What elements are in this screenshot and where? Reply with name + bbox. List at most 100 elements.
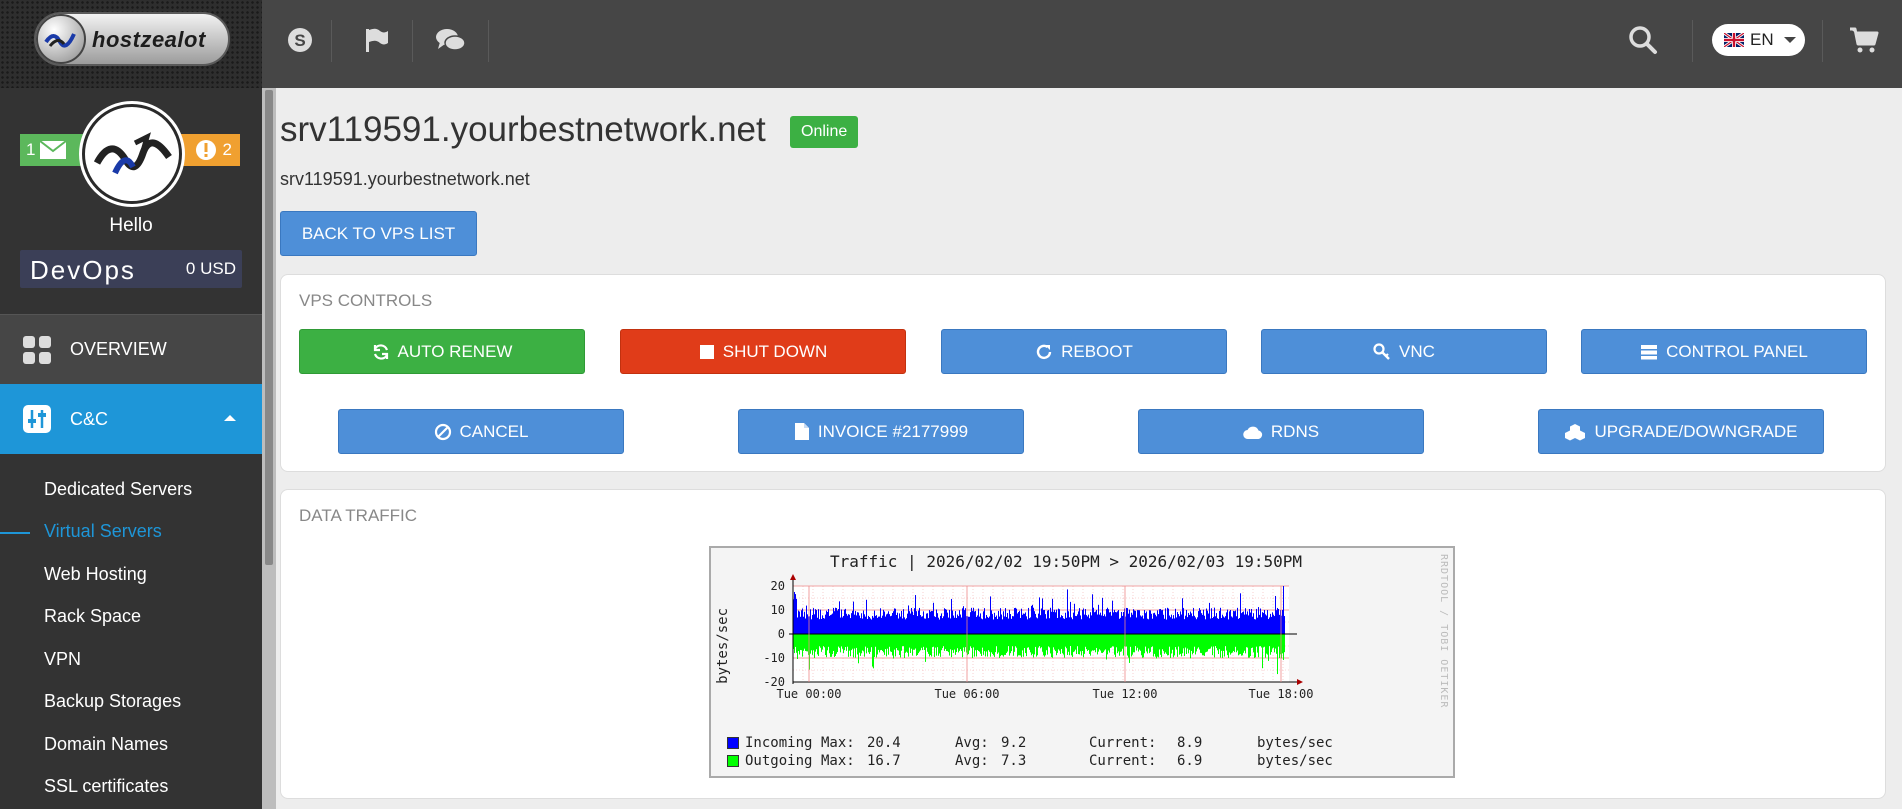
shut-down-button[interactable]: SHUT DOWN bbox=[620, 329, 906, 374]
invoice-button[interactable]: INVOICE #2177999 bbox=[738, 409, 1024, 454]
y-tick-label: 20 bbox=[771, 579, 785, 593]
incoming-bar bbox=[828, 609, 829, 634]
outgoing-bar bbox=[1180, 634, 1181, 654]
outgoing-bar bbox=[1182, 634, 1183, 654]
control-panel-button[interactable]: CONTROL PANEL bbox=[1581, 329, 1867, 374]
outgoing-bar bbox=[878, 634, 879, 650]
outgoing-bar bbox=[1228, 634, 1229, 658]
incoming-bar bbox=[1082, 609, 1083, 634]
incoming-bar bbox=[1052, 598, 1053, 634]
incoming-bar bbox=[1054, 609, 1055, 634]
outgoing-bar bbox=[994, 634, 995, 657]
incoming-bar bbox=[997, 619, 998, 634]
alerts-badge[interactable]: 2 bbox=[176, 134, 240, 166]
outgoing-bar bbox=[841, 634, 842, 647]
incoming-bar bbox=[858, 612, 859, 634]
outgoing-bar bbox=[1240, 634, 1241, 654]
user-box[interactable]: DevOps 0 USD bbox=[20, 250, 242, 288]
outgoing-bar bbox=[1068, 634, 1069, 652]
reboot-button[interactable]: REBOOT bbox=[941, 329, 1227, 374]
incoming-bar bbox=[849, 614, 850, 634]
incoming-bar bbox=[1014, 608, 1015, 634]
incoming-bar bbox=[952, 610, 953, 634]
incoming-bar bbox=[1157, 610, 1158, 634]
outgoing-bar bbox=[1058, 634, 1059, 650]
logo-area[interactable]: hostzealot bbox=[0, 0, 262, 88]
sidebar-scrollbar-thumb[interactable] bbox=[265, 90, 273, 565]
outgoing-bar bbox=[806, 634, 807, 652]
upgrade-downgrade-button[interactable]: UPGRADE/DOWNGRADE bbox=[1538, 409, 1824, 454]
logo[interactable]: hostzealot bbox=[34, 12, 230, 66]
outgoing-bar bbox=[872, 634, 873, 667]
sidebar-item-virtual-servers[interactable]: Virtual Servers bbox=[0, 511, 262, 554]
cart-icon[interactable] bbox=[1836, 20, 1892, 60]
incoming-bar bbox=[1092, 594, 1093, 634]
sidebar-item-rack-space[interactable]: Rack Space bbox=[0, 596, 262, 639]
incoming-bar bbox=[1185, 615, 1186, 634]
sidebar-item-dedicated-servers[interactable]: Dedicated Servers bbox=[0, 468, 262, 511]
back-to-vps-list-button[interactable]: BACK TO VPS LIST bbox=[280, 211, 477, 256]
incoming-bar bbox=[1155, 614, 1156, 634]
sidebar-subnav: Dedicated Servers Virtual Servers Web Ho… bbox=[0, 468, 262, 808]
cancel-button[interactable]: CANCEL bbox=[338, 409, 624, 454]
outgoing-bar bbox=[938, 634, 939, 656]
auto-renew-button[interactable]: AUTO RENEW bbox=[299, 329, 585, 374]
incoming-bar bbox=[820, 609, 821, 634]
outgoing-bar bbox=[1185, 634, 1186, 648]
sidebar-item-domain-names[interactable]: Domain Names bbox=[0, 723, 262, 766]
y-tick-label: -10 bbox=[763, 651, 785, 665]
outgoing-bar bbox=[1025, 634, 1026, 654]
sidebar-item-web-hosting[interactable]: Web Hosting bbox=[0, 553, 262, 596]
rdns-button[interactable]: RDNS bbox=[1138, 409, 1424, 454]
avatar[interactable] bbox=[82, 104, 182, 204]
nav-overview[interactable]: OVERVIEW bbox=[0, 314, 262, 384]
search-icon[interactable] bbox=[1615, 20, 1671, 60]
outgoing-bar bbox=[1220, 634, 1221, 658]
language-selector[interactable]: EN bbox=[1712, 24, 1805, 56]
x-tick-label: Tue 06:00 bbox=[934, 687, 999, 701]
outgoing-bar bbox=[1253, 634, 1254, 653]
incoming-bar bbox=[1122, 615, 1123, 634]
incoming-bar bbox=[953, 615, 954, 634]
incoming-bar bbox=[895, 608, 896, 634]
outgoing-bar bbox=[946, 634, 947, 652]
skype-icon[interactable]: S bbox=[272, 20, 328, 60]
incoming-bar bbox=[802, 608, 803, 634]
outgoing-bar bbox=[801, 634, 802, 651]
outgoing-bar bbox=[932, 634, 933, 648]
sidebar-item-ssl-certificates[interactable]: SSL certificates bbox=[0, 766, 262, 809]
outgoing-bar bbox=[1174, 634, 1175, 656]
outgoing-bar bbox=[1273, 634, 1274, 648]
outgoing-bar bbox=[821, 634, 822, 652]
messages-badge[interactable]: 1 bbox=[20, 134, 88, 166]
incoming-bar bbox=[1017, 613, 1018, 634]
outgoing-bar bbox=[825, 634, 826, 656]
sidebar-item-backup-storages[interactable]: Backup Storages bbox=[0, 681, 262, 724]
incoming-bar bbox=[959, 610, 960, 634]
incoming-bar bbox=[919, 607, 920, 634]
flag-icon[interactable] bbox=[348, 20, 404, 60]
incoming-bar bbox=[1076, 616, 1077, 634]
outgoing-bar bbox=[1097, 634, 1098, 655]
legend-row-outgoing: Outgoing Max: 16.7 Avg: 7.3 Current: 6.9 bytes/… bbox=[727, 752, 1333, 770]
vnc-button[interactable]: VNC bbox=[1261, 329, 1547, 374]
outgoing-bar bbox=[1270, 634, 1271, 655]
sidebar-item-vpn[interactable]: VPN bbox=[0, 638, 262, 681]
outgoing-bar bbox=[796, 634, 797, 653]
outgoing-bar bbox=[1139, 634, 1140, 650]
incoming-bar bbox=[1027, 619, 1028, 634]
incoming-bar bbox=[1238, 618, 1239, 634]
incoming-bar bbox=[1103, 615, 1104, 634]
incoming-bar bbox=[838, 609, 839, 634]
outgoing-bar bbox=[954, 634, 955, 650]
incoming-bar bbox=[1135, 610, 1136, 634]
incoming-bar bbox=[1022, 614, 1023, 634]
outgoing-bar bbox=[1066, 634, 1067, 649]
incoming-bar bbox=[1215, 616, 1216, 634]
nav-cc[interactable]: C&C bbox=[0, 384, 262, 454]
incoming-bar bbox=[863, 610, 864, 634]
incoming-bar bbox=[955, 611, 956, 634]
outgoing-bar bbox=[1162, 634, 1163, 650]
chat-icon[interactable] bbox=[422, 20, 478, 60]
incoming-bar bbox=[960, 614, 961, 634]
